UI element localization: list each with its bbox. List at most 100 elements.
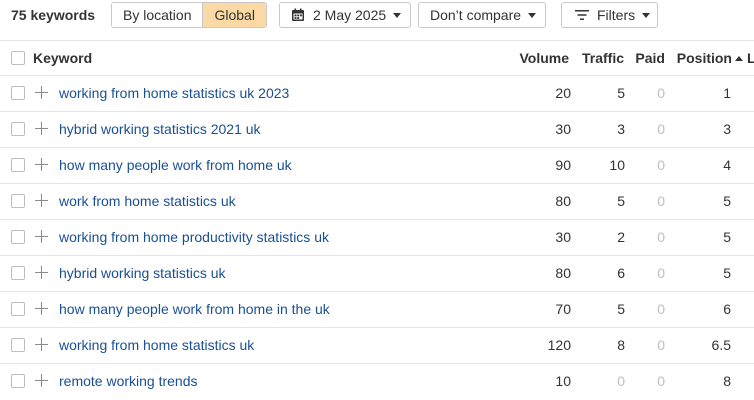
filters-label: Filters [597, 7, 636, 23]
date-label: 2 May 2025 [313, 7, 387, 23]
by-location-button[interactable]: By location [112, 3, 203, 27]
table-row: hybrid working statistics uk 80 6 0 5 [0, 255, 754, 291]
position-cell: 5 [723, 193, 731, 209]
keyword-count: 75 keywords [11, 7, 96, 23]
row-checkbox[interactable] [11, 194, 25, 208]
volume-cell: 90 [555, 157, 571, 173]
row-checkbox[interactable] [11, 266, 25, 280]
table-body: working from home statistics uk 2023 20 5 0… [0, 75, 754, 399]
plus-icon[interactable] [35, 266, 48, 279]
keyword-link[interactable]: work from home statistics uk [59, 193, 236, 209]
volume-cell: 80 [555, 265, 571, 281]
position-cell: 8 [723, 373, 731, 389]
traffic-cell: 0 [617, 373, 625, 389]
paid-cell: 0 [657, 337, 665, 353]
keyword-link[interactable]: how many people work from home uk [59, 157, 292, 173]
position-cell: 3 [723, 121, 731, 137]
paid-cell: 0 [657, 229, 665, 245]
volume-cell: 10 [555, 373, 571, 389]
keyword-link[interactable]: remote working trends [59, 373, 198, 389]
chevron-down-icon [642, 12, 651, 18]
table-row: working from home statistics uk 2023 20 5 0… [0, 75, 754, 111]
plus-icon[interactable] [35, 86, 48, 99]
keyword-link[interactable]: working from home productivity statistic… [59, 229, 329, 245]
paid-cell: 0 [657, 193, 665, 209]
plus-icon[interactable] [35, 338, 48, 351]
paid-cell: 0 [657, 373, 665, 389]
filters-button[interactable]: Filters [561, 2, 658, 28]
traffic-cell: 8 [617, 337, 625, 353]
location-toggle: By location Global [111, 2, 267, 28]
traffic-column-header[interactable]: Traffic [582, 50, 624, 66]
row-checkbox[interactable] [11, 122, 25, 136]
date-picker-button[interactable]: 2 May 2025 [279, 2, 411, 28]
table-row: remote working trends 10 0 0 8 [0, 363, 754, 399]
plus-icon[interactable] [35, 230, 48, 243]
position-cell: 5 [723, 229, 731, 245]
paid-cell: 0 [657, 85, 665, 101]
keywords-table: Keyword Volume Traffic Paid Position L w… [0, 40, 754, 399]
position-header-label: Position [676, 50, 732, 66]
plus-icon[interactable] [35, 302, 48, 315]
global-button[interactable]: Global [202, 3, 266, 27]
keyword-link[interactable]: working from home statistics uk 2023 [59, 85, 289, 101]
compare-label: Don’t compare [430, 7, 522, 23]
traffic-cell: 5 [617, 193, 625, 209]
volume-cell: 30 [555, 229, 571, 245]
volume-cell: 30 [555, 121, 571, 137]
plus-icon[interactable] [35, 194, 48, 207]
volume-cell: 20 [555, 85, 571, 101]
volume-cell: 80 [555, 193, 571, 209]
traffic-cell: 6 [617, 265, 625, 281]
chevron-down-icon [528, 12, 537, 18]
row-checkbox[interactable] [11, 86, 25, 100]
position-cell: 5 [723, 265, 731, 281]
chevron-down-icon [393, 12, 402, 18]
traffic-cell: 10 [609, 157, 625, 173]
position-cell: 4 [723, 157, 731, 173]
compare-dropdown[interactable]: Don’t compare [418, 2, 546, 28]
row-checkbox[interactable] [11, 338, 25, 352]
traffic-cell: 2 [617, 229, 625, 245]
traffic-cell: 5 [617, 301, 625, 317]
select-all-checkbox[interactable] [11, 51, 25, 65]
plus-icon[interactable] [35, 158, 48, 171]
table-row: work from home statistics uk 80 5 0 5 [0, 183, 754, 219]
calendar-icon [292, 8, 304, 21]
toolbar: 75 keywords By location Global 2 May 202… [0, 0, 754, 30]
table-row: how many people work from home in the uk… [0, 291, 754, 327]
volume-column-header[interactable]: Volume [519, 50, 569, 66]
traffic-cell: 3 [617, 121, 625, 137]
keyword-link[interactable]: how many people work from home in the uk [59, 301, 330, 317]
position-cell: 6 [723, 301, 731, 317]
row-checkbox[interactable] [11, 230, 25, 244]
table-header: Keyword Volume Traffic Paid Position L [0, 40, 754, 75]
paid-cell: 0 [657, 157, 665, 173]
traffic-cell: 5 [617, 85, 625, 101]
paid-column-header[interactable]: Paid [635, 50, 665, 66]
table-row: working from home statistics uk 120 8 0 6.5 [0, 327, 754, 363]
next-column-header[interactable]: L [747, 50, 754, 66]
row-checkbox[interactable] [11, 158, 25, 172]
paid-cell: 0 [657, 265, 665, 281]
volume-cell: 70 [555, 301, 571, 317]
table-row: how many people work from home uk 90 10 0 4 [0, 147, 754, 183]
volume-cell: 120 [547, 337, 571, 353]
paid-cell: 0 [657, 301, 665, 317]
keyword-link[interactable]: hybrid working statistics uk [59, 265, 226, 281]
keyword-link[interactable]: hybrid working statistics 2021 uk [59, 121, 261, 137]
keyword-link[interactable]: working from home statistics uk [59, 337, 254, 353]
paid-cell: 0 [657, 121, 665, 137]
sort-ascending-icon [735, 56, 743, 61]
keyword-column-header[interactable]: Keyword [33, 50, 92, 66]
position-column-header[interactable]: Position [677, 50, 743, 66]
position-cell: 1 [723, 85, 731, 101]
plus-icon[interactable] [35, 374, 48, 387]
table-row: hybrid working statistics 2021 uk 30 3 0 3 [0, 111, 754, 147]
position-cell: 6.5 [711, 337, 731, 353]
table-row: working from home productivity statistic… [0, 219, 754, 255]
row-checkbox[interactable] [11, 374, 25, 388]
filter-icon [575, 10, 589, 20]
row-checkbox[interactable] [11, 302, 25, 316]
plus-icon[interactable] [35, 122, 48, 135]
